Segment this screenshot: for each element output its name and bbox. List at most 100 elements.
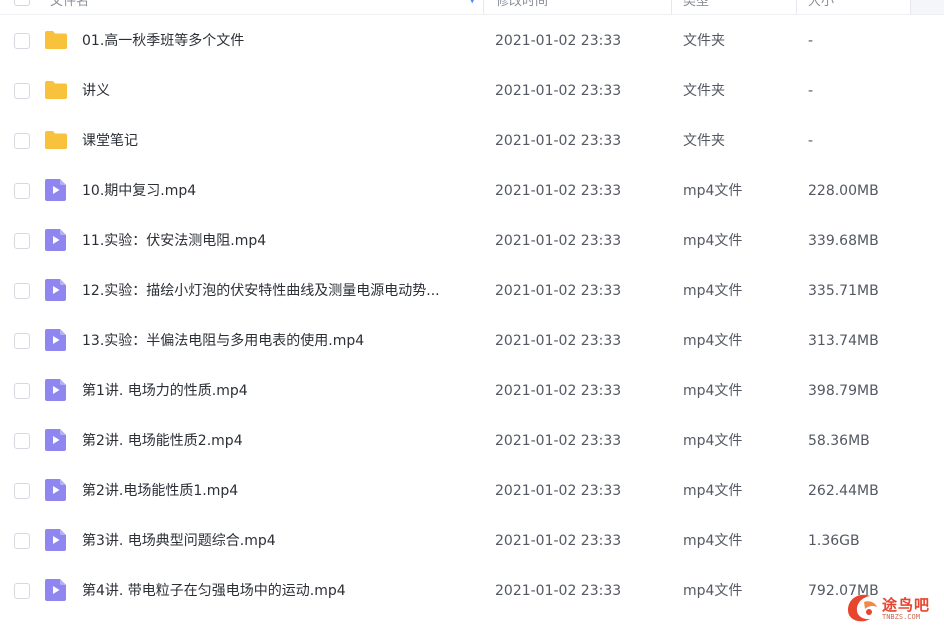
file-size: 313.74MB	[808, 333, 879, 349]
video-file-icon	[44, 179, 68, 201]
file-list-view: 文件名 ▼ 修改时间 类型 大小 01.高一秋季班等多个文件 2021-01-02…	[0, 0, 944, 628]
folder-icon	[44, 29, 68, 51]
file-row[interactable]: 13.实验：半偏法电阻与多用电表的使用.mp4 2021-01-02 23:33 m…	[0, 316, 944, 366]
folder-icon	[44, 129, 68, 151]
watermark-title: 途鸟吧	[882, 596, 931, 614]
file-type: mp4文件	[683, 333, 743, 349]
file-size: 398.79MB	[808, 383, 879, 399]
site-watermark: 途鸟吧 TNBZS.COM	[842, 588, 942, 626]
file-list: 01.高一秋季班等多个文件 2021-01-02 23:33 文件夹 - 讲义 2021-…	[0, 16, 944, 616]
file-type: mp4文件	[683, 233, 743, 249]
file-type: mp4文件	[683, 583, 743, 599]
file-row[interactable]: 第2讲. 电场能性质2.mp4 2021-01-02 23:33 mp4文件 58.3…	[0, 416, 944, 466]
file-name-link[interactable]: 12.实验：描绘小灯泡的伏安特性曲线及测量电源电动势...	[82, 281, 477, 301]
file-row[interactable]: 12.实验：描绘小灯泡的伏安特性曲线及测量电源电动势... 2021-01-02 …	[0, 266, 944, 316]
file-name-link[interactable]: 01.高一秋季班等多个文件	[82, 31, 477, 51]
row-checkbox[interactable]	[14, 333, 30, 349]
file-row[interactable]: 第2讲.电场能性质1.mp4 2021-01-02 23:33 mp4文件 262.4…	[0, 466, 944, 516]
file-row[interactable]: 11.实验：伏安法测电阻.mp4 2021-01-02 23:33 mp4文件 339…	[0, 216, 944, 266]
video-file-icon	[44, 479, 68, 501]
row-checkbox[interactable]	[14, 283, 30, 299]
row-checkbox[interactable]	[14, 383, 30, 399]
row-checkbox[interactable]	[14, 133, 30, 149]
video-file-icon	[44, 329, 68, 351]
file-name-link[interactable]: 10.期中复习.mp4	[82, 181, 477, 201]
row-checkbox[interactable]	[14, 483, 30, 499]
file-name-link[interactable]: 第2讲.电场能性质1.mp4	[82, 481, 477, 501]
bird-logo-icon	[848, 594, 877, 622]
file-name-link[interactable]: 13.实验：半偏法电阻与多用电表的使用.mp4	[82, 331, 477, 351]
file-type: mp4文件	[683, 183, 743, 199]
file-list-header: 文件名 ▼ 修改时间 类型 大小	[0, 0, 944, 15]
file-modified-time: 2021-01-02 23:33	[495, 383, 622, 399]
column-divider[interactable]	[796, 0, 797, 14]
file-row[interactable]: 第1讲. 电场力的性质.mp4 2021-01-02 23:33 mp4文件 398.…	[0, 366, 944, 416]
column-divider[interactable]	[483, 0, 484, 14]
video-file-icon	[44, 579, 68, 601]
file-type: 文件夹	[683, 83, 725, 99]
file-type: mp4文件	[683, 533, 743, 549]
file-row[interactable]: 第3讲. 电场典型问题综合.mp4 2021-01-02 23:33 mp4文件 1.…	[0, 516, 944, 566]
file-size: 1.36GB	[808, 533, 860, 549]
file-modified-time: 2021-01-02 23:33	[495, 33, 622, 49]
file-name-link[interactable]: 11.实验：伏安法测电阻.mp4	[82, 231, 477, 251]
file-name-link[interactable]: 第4讲. 带电粒子在匀强电场中的运动.mp4	[82, 581, 477, 601]
file-row[interactable]: 01.高一秋季班等多个文件 2021-01-02 23:33 文件夹 -	[0, 16, 944, 66]
file-row[interactable]: 第4讲. 带电粒子在匀强电场中的运动.mp4 2021-01-02 23:33 mp…	[0, 566, 944, 616]
video-file-icon	[44, 529, 68, 551]
select-all-checkbox[interactable]	[14, 0, 30, 6]
row-checkbox[interactable]	[14, 433, 30, 449]
folder-icon	[44, 79, 68, 101]
video-file-icon	[44, 379, 68, 401]
file-size: 58.36MB	[808, 433, 870, 449]
row-checkbox[interactable]	[14, 533, 30, 549]
file-size: 262.44MB	[808, 483, 879, 499]
file-size: 335.71MB	[808, 283, 879, 299]
file-name-link[interactable]: 第3讲. 电场典型问题综合.mp4	[82, 531, 477, 551]
file-row[interactable]: 课堂笔记 2021-01-02 23:33 文件夹 -	[0, 116, 944, 166]
file-modified-time: 2021-01-02 23:33	[495, 533, 622, 549]
file-modified-time: 2021-01-02 23:33	[495, 83, 622, 99]
file-type: 文件夹	[683, 33, 725, 49]
file-name-link[interactable]: 讲义	[82, 81, 477, 101]
row-checkbox[interactable]	[14, 33, 30, 49]
file-modified-time: 2021-01-02 23:33	[495, 583, 622, 599]
row-checkbox[interactable]	[14, 583, 30, 599]
file-size: 339.68MB	[808, 233, 879, 249]
file-size: -	[808, 33, 814, 49]
video-file-icon	[44, 279, 68, 301]
file-size: 228.00MB	[808, 183, 879, 199]
column-header-time[interactable]: 修改时间	[496, 0, 548, 12]
header-gutter	[910, 0, 944, 14]
row-checkbox[interactable]	[14, 83, 30, 99]
column-header-size[interactable]: 大小	[808, 0, 834, 12]
file-type: mp4文件	[683, 283, 743, 299]
file-name-link[interactable]: 课堂笔记	[82, 131, 477, 151]
video-file-icon	[44, 429, 68, 451]
file-row[interactable]: 10.期中复习.mp4 2021-01-02 23:33 mp4文件 228.00MB	[0, 166, 944, 216]
column-divider[interactable]	[671, 0, 672, 14]
column-header-type[interactable]: 类型	[683, 0, 709, 12]
file-size: -	[808, 133, 814, 149]
file-name-link[interactable]: 第1讲. 电场力的性质.mp4	[82, 381, 477, 401]
file-type: 文件夹	[683, 133, 725, 149]
video-file-icon	[44, 229, 68, 251]
row-checkbox[interactable]	[14, 183, 30, 199]
file-row[interactable]: 讲义 2021-01-02 23:33 文件夹 -	[0, 66, 944, 116]
column-header-name[interactable]: 文件名	[50, 0, 89, 12]
file-name-link[interactable]: 第2讲. 电场能性质2.mp4	[82, 431, 477, 451]
file-modified-time: 2021-01-02 23:33	[495, 483, 622, 499]
file-modified-time: 2021-01-02 23:33	[495, 333, 622, 349]
file-type: mp4文件	[683, 433, 743, 449]
file-modified-time: 2021-01-02 23:33	[495, 133, 622, 149]
file-modified-time: 2021-01-02 23:33	[495, 433, 622, 449]
row-checkbox[interactable]	[14, 233, 30, 249]
file-modified-time: 2021-01-02 23:33	[495, 283, 622, 299]
file-size: -	[808, 83, 814, 99]
sort-arrow-icon[interactable]: ▼	[468, 0, 476, 5]
file-modified-time: 2021-01-02 23:33	[495, 183, 622, 199]
watermark-subtitle: TNBZS.COM	[882, 613, 920, 621]
file-modified-time: 2021-01-02 23:33	[495, 233, 622, 249]
file-type: mp4文件	[683, 483, 743, 499]
file-type: mp4文件	[683, 383, 743, 399]
